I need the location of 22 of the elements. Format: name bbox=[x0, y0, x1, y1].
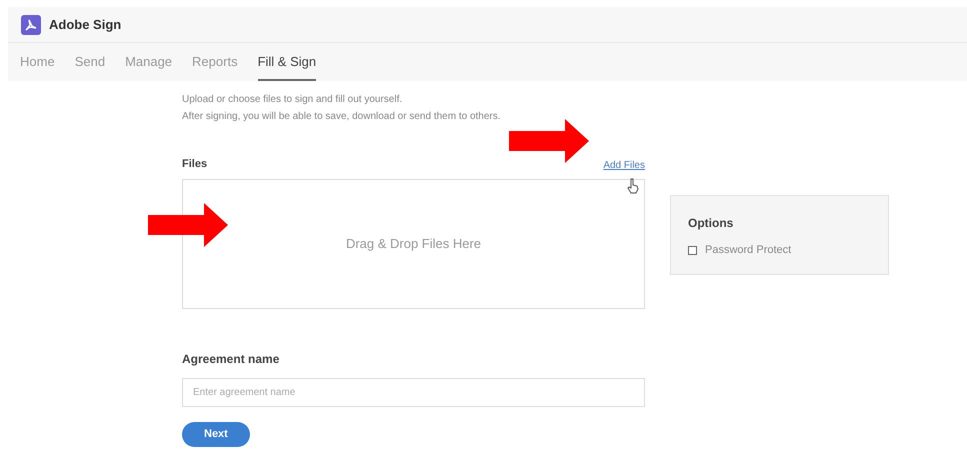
add-files-link[interactable]: Add Files bbox=[603, 158, 645, 172]
checkbox[interactable] bbox=[688, 246, 697, 255]
cursor-icon bbox=[627, 178, 639, 194]
arrow-icon bbox=[509, 119, 589, 163]
nav-tab[interactable]: Send bbox=[74, 43, 106, 81]
checkbox-label: Password Protect bbox=[705, 243, 792, 258]
nav-tab[interactable]: Reports bbox=[192, 43, 238, 81]
intro-text: After signing, you will be able to save, download or send them to others. bbox=[182, 110, 502, 123]
app-title: Adobe Sign bbox=[49, 16, 122, 34]
intro-text: Upload or choose files to sign and fill out yourself. bbox=[182, 93, 404, 106]
options-heading: Options bbox=[688, 215, 734, 232]
nav-tab[interactable]: Manage bbox=[125, 43, 172, 81]
drop-zone[interactable]: Drag & Drop Files Here bbox=[182, 178, 645, 308]
agreement-label: Agreement name bbox=[182, 350, 280, 368]
nav-tab[interactable]: Fill & Sign bbox=[258, 43, 316, 81]
drop-zone-text: Drag & Drop Files Here bbox=[346, 234, 482, 253]
arrow-icon bbox=[148, 203, 228, 247]
app-logo-icon bbox=[21, 14, 41, 34]
next-button[interactable]: Next bbox=[182, 422, 250, 446]
nav-tab[interactable]: Home bbox=[20, 43, 55, 81]
files-heading: Files bbox=[182, 157, 208, 172]
agreement-name-field[interactable]: Enter agreement name bbox=[182, 378, 645, 406]
